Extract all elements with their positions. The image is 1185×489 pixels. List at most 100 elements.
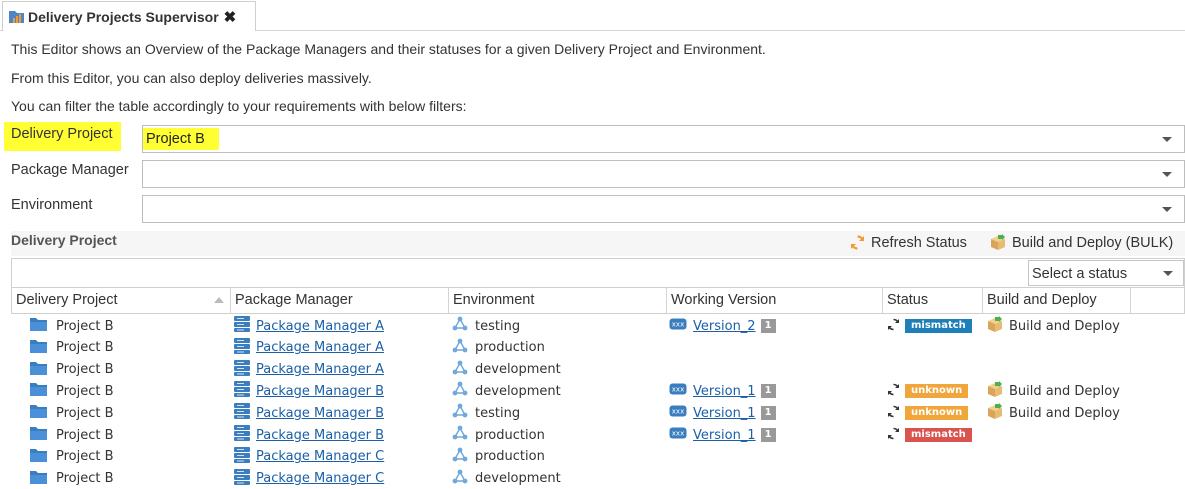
project-name: Project B: [56, 362, 114, 378]
tab-delivery-projects-supervisor[interactable]: Delivery Projects Supervisor ✖: [2, 1, 256, 31]
column-header-working-version[interactable]: Working Version: [667, 288, 883, 313]
environment-icon: [451, 315, 469, 337]
column-header-environment[interactable]: Environment: [449, 288, 667, 313]
status-cell: mismatch: [887, 315, 982, 337]
package-manager-cell: Package Manager B: [233, 402, 445, 424]
build-and-deploy-button[interactable]: Build and Deploy: [986, 315, 1131, 337]
description-line-2: From this Editor, you can also deploy de…: [11, 70, 372, 86]
column-header-status[interactable]: Status: [883, 288, 983, 313]
environment-icon: [451, 424, 469, 446]
project-folder-icon: [29, 360, 48, 380]
delivery-project-filter-label: Delivery Project: [4, 122, 121, 151]
working-version-cell: xxx Version_1 1: [669, 380, 879, 402]
grid-body: Project B Package Manager A testing xxx Vers…: [11, 314, 1185, 489]
package-manager-link[interactable]: Package Manager B: [256, 384, 384, 399]
project-cell: Project B: [29, 402, 229, 424]
environment-icon: [451, 337, 469, 359]
project-name: Project B: [56, 405, 114, 421]
status-filter-select[interactable]: Select a status: [1028, 260, 1184, 286]
chevron-down-icon[interactable]: [1153, 261, 1183, 285]
version-link[interactable]: Version_1: [693, 384, 756, 399]
refresh-icon[interactable]: [887, 318, 900, 335]
refresh-status-button[interactable]: Refresh Status: [849, 234, 967, 251]
package-manager-cell: Package Manager C: [233, 446, 445, 468]
table-row: Project B Package Manager C production: [11, 446, 1185, 468]
build-and-deploy-button[interactable]: Build and Deploy: [986, 380, 1131, 402]
folder-chart-icon: [9, 11, 24, 23]
table-row: Project B Package Manager B development xxx…: [11, 380, 1185, 402]
column-header-package-manager[interactable]: Package Manager: [231, 288, 449, 313]
svg-text:xxx: xxx: [672, 321, 684, 329]
environment-cell: production: [451, 337, 663, 359]
package-manager-link[interactable]: Package Manager A: [256, 340, 384, 355]
refresh-icon[interactable]: [887, 383, 900, 400]
description-line-1: This Editor shows an Overview of the Pac…: [11, 41, 766, 57]
column-header-delivery-project[interactable]: Delivery Project: [12, 288, 231, 313]
environment-icon: [451, 359, 469, 381]
environment-cell: testing: [451, 315, 663, 337]
project-name: Project B: [56, 383, 114, 399]
build-deploy-bulk-button[interactable]: Build and Deploy (BULK): [989, 234, 1173, 251]
project-folder-icon: [29, 403, 48, 423]
project-folder-icon: [29, 425, 48, 445]
server-icon: [233, 337, 251, 359]
column-header-build-and-deploy[interactable]: Build and Deploy: [983, 288, 1131, 313]
version-icon: xxx: [669, 405, 687, 421]
environment-name: testing: [475, 405, 521, 421]
build-and-deploy-label: Build and Deploy: [1009, 318, 1120, 334]
chevron-down-icon[interactable]: [1150, 161, 1184, 187]
project-folder-icon: [29, 338, 48, 358]
description-line-3: You can filter the table accordingly to …: [11, 98, 467, 114]
environment-name: development: [475, 362, 561, 378]
package-manager-link[interactable]: Package Manager B: [256, 428, 384, 443]
delivery-project-combo-value: Project B: [143, 128, 219, 150]
chevron-down-icon[interactable]: [1150, 196, 1184, 222]
package-manager-cell: Package Manager A: [233, 337, 445, 359]
server-icon: [233, 424, 251, 446]
svg-text:xxx: xxx: [672, 386, 684, 394]
package-manager-link[interactable]: Package Manager B: [256, 406, 384, 421]
status-cell: unknown: [887, 402, 982, 424]
environment-combo[interactable]: [142, 195, 1185, 223]
build-and-deploy-label: Build and Deploy: [1009, 383, 1120, 399]
column-header-label: Working Version: [671, 292, 777, 308]
package-manager-link[interactable]: Package Manager A: [256, 362, 384, 377]
package-manager-link[interactable]: Package Manager A: [256, 319, 384, 334]
refresh-icon[interactable]: [887, 427, 900, 444]
environment-combo-value: [143, 198, 160, 204]
grid-filter-toolbar: Select a status: [11, 258, 1185, 288]
table-row: Project B Package Manager B testing xxx Vers…: [11, 402, 1185, 424]
refresh-icon[interactable]: [887, 405, 900, 422]
environment-name: testing: [475, 318, 521, 334]
package-manager-link[interactable]: Package Manager C: [256, 449, 384, 464]
environment-icon: [451, 468, 469, 489]
table-row: Project B Package Manager C development: [11, 468, 1185, 489]
version-link[interactable]: Version_1: [693, 406, 756, 421]
package-manager-combo[interactable]: [142, 160, 1185, 188]
sort-ascending-icon[interactable]: [214, 297, 224, 303]
delivery-project-combo[interactable]: Project B: [142, 125, 1185, 153]
server-icon: [233, 468, 251, 489]
project-cell: Project B: [29, 380, 229, 402]
status-cell: unknown: [887, 380, 982, 402]
close-icon[interactable]: ✖: [224, 8, 237, 26]
project-name: Project B: [56, 318, 114, 334]
build-and-deploy-button[interactable]: Build and Deploy: [986, 402, 1131, 424]
package-deploy-icon: [991, 234, 1005, 250]
svg-text:xxx: xxx: [672, 430, 684, 438]
package-manager-cell: Package Manager B: [233, 380, 445, 402]
chevron-down-icon[interactable]: [1150, 126, 1184, 152]
version-link[interactable]: Version_2: [693, 319, 756, 334]
grid-header: Delivery Project Package Manager Environ…: [11, 288, 1185, 314]
version-icon: xxx: [669, 427, 687, 443]
package-manager-filter-label: Package Manager: [11, 162, 129, 178]
version-link[interactable]: Version_1: [693, 428, 756, 443]
package-manager-cell: Package Manager B: [233, 424, 445, 446]
server-icon: [233, 359, 251, 381]
project-name: Project B: [56, 471, 114, 487]
project-folder-icon: [29, 469, 48, 489]
environment-icon: [451, 380, 469, 402]
package-manager-link[interactable]: Package Manager C: [256, 471, 384, 486]
project-name: Project B: [56, 340, 114, 356]
column-header-label: Package Manager: [235, 292, 353, 308]
